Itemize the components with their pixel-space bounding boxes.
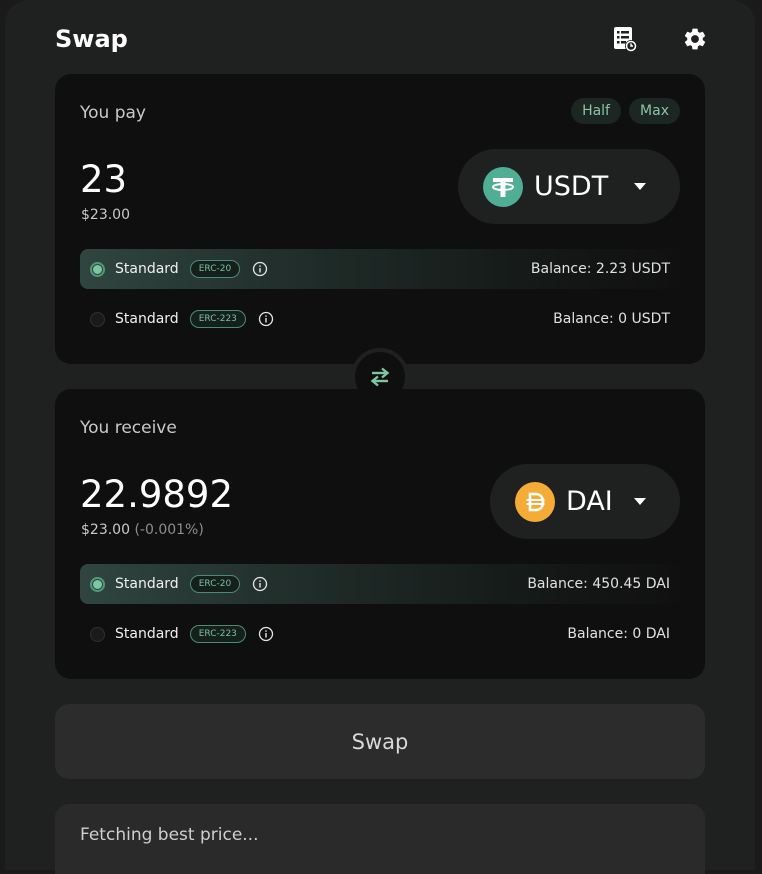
balance-text: Balance: 450.45 DAI bbox=[527, 576, 670, 592]
pay-label: You pay bbox=[80, 103, 146, 123]
pay-standard-erc223-option[interactable]: Standard ERC-223 Balance: 0 USDT bbox=[80, 299, 680, 339]
radio-selected[interactable] bbox=[90, 261, 105, 277]
swap-button[interactable]: Swap bbox=[55, 704, 705, 779]
chevron-down-icon bbox=[630, 183, 650, 190]
swap-arrows-icon bbox=[370, 367, 390, 387]
radio-selected[interactable] bbox=[90, 576, 105, 592]
standard-label: Standard bbox=[115, 311, 179, 327]
erc20-badge: ERC-20 bbox=[189, 575, 241, 593]
erc223-badge: ERC-223 bbox=[189, 310, 246, 328]
half-button[interactable]: Half bbox=[571, 98, 621, 124]
standard-label: Standard bbox=[115, 261, 179, 277]
receive-label: You receive bbox=[80, 418, 177, 438]
price-status-text: Fetching best price... bbox=[80, 825, 259, 845]
swap-header: Swap bbox=[55, 22, 715, 58]
pay-token-symbol: USDT bbox=[534, 171, 609, 202]
standard-label: Standard bbox=[115, 626, 179, 642]
erc223-badge: ERC-223 bbox=[189, 625, 246, 643]
pay-usd-value: $23.00 bbox=[81, 207, 130, 223]
info-icon[interactable] bbox=[258, 626, 274, 642]
receive-token-symbol: DAI bbox=[566, 486, 613, 517]
settings-button[interactable] bbox=[678, 22, 712, 56]
pay-card: You pay Half Max 23 $23.00 USDT Standard… bbox=[55, 74, 705, 364]
price-impact: (-0.001%) bbox=[134, 522, 204, 538]
gear-icon bbox=[684, 28, 706, 50]
pay-token-selector[interactable]: USDT bbox=[458, 149, 680, 224]
info-icon[interactable] bbox=[252, 261, 268, 277]
standard-label: Standard bbox=[115, 576, 179, 592]
price-info-card: Fetching best price... bbox=[55, 804, 705, 874]
history-button[interactable] bbox=[608, 22, 642, 56]
pay-amount-input[interactable]: 23 bbox=[80, 158, 127, 201]
erc20-badge: ERC-20 bbox=[189, 260, 241, 278]
history-list-icon bbox=[614, 27, 637, 52]
receive-standard-erc20-option[interactable]: Standard ERC-20 Balance: 450.45 DAI bbox=[80, 564, 680, 604]
radio-unselected[interactable] bbox=[90, 311, 105, 327]
receive-card: You receive 22.9892 $23.00 (-0.001%) DAI… bbox=[55, 389, 705, 679]
pay-usd-amount: $23.00 bbox=[81, 207, 130, 223]
receive-token-selector[interactable]: DAI bbox=[490, 464, 680, 539]
receive-amount: 22.9892 bbox=[80, 473, 234, 516]
balance-text: Balance: 0 USDT bbox=[553, 311, 670, 327]
pay-standard-erc20-option[interactable]: Standard ERC-20 Balance: 2.23 USDT bbox=[80, 249, 680, 289]
balance-text: Balance: 0 DAI bbox=[567, 626, 670, 642]
usdt-logo-icon bbox=[483, 166, 523, 207]
info-icon[interactable] bbox=[252, 576, 268, 592]
page-title: Swap bbox=[55, 25, 128, 53]
chevron-down-icon bbox=[630, 498, 650, 505]
radio-unselected[interactable] bbox=[90, 626, 105, 642]
max-button[interactable]: Max bbox=[629, 98, 680, 124]
info-icon[interactable] bbox=[258, 311, 274, 327]
receive-usd-amount: $23.00 bbox=[81, 522, 130, 538]
receive-usd-value: $23.00 (-0.001%) bbox=[81, 522, 204, 538]
balance-text: Balance: 2.23 USDT bbox=[530, 261, 670, 277]
receive-standard-erc223-option[interactable]: Standard ERC-223 Balance: 0 DAI bbox=[80, 614, 680, 654]
dai-logo-icon bbox=[515, 481, 555, 522]
